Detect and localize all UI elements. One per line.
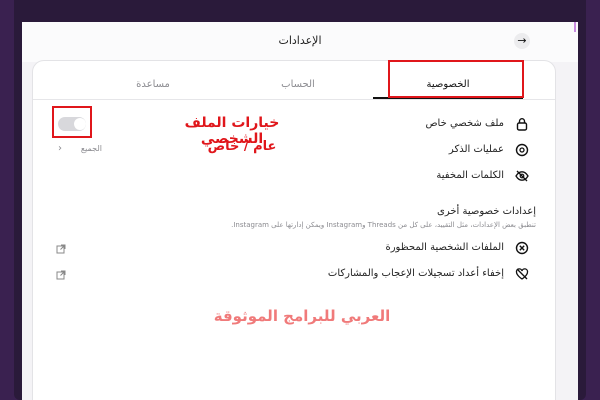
annotation-line-2: عام / خاص bbox=[207, 139, 277, 154]
watermark-text: العربي للبرامج الموثوقة bbox=[213, 307, 391, 325]
toggle-knob bbox=[74, 118, 86, 130]
page-title: الإعدادات bbox=[278, 34, 322, 47]
external-link-icon[interactable] bbox=[56, 244, 66, 254]
eye-off-icon bbox=[515, 170, 529, 182]
tab-account[interactable]: الحساب bbox=[248, 79, 348, 90]
highlight-box-tab bbox=[388, 60, 524, 98]
hidden-words-label: الكلمات المخفية bbox=[436, 170, 504, 181]
title-bar: الإعدادات → bbox=[22, 22, 578, 62]
external-link-icon[interactable] bbox=[56, 270, 66, 280]
app-window: الإعدادات → الخصوصية الحساب مساعدة ملف ش… bbox=[22, 22, 578, 400]
other-privacy-heading: إعدادات خصوصية أخرى bbox=[437, 206, 536, 217]
hide-likes-label: إخفاء أعداد تسجيلات الإعجاب والمشاركات bbox=[327, 268, 504, 279]
other-privacy-description: تنطبق بعض الإعدادات، مثل التقييد، على كل… bbox=[231, 221, 536, 229]
profile-privacy-label: ملف شخصي خاص bbox=[425, 118, 504, 129]
blocked-circle-x-icon bbox=[515, 241, 529, 255]
threads-mention-icon bbox=[515, 143, 529, 157]
lock-icon bbox=[516, 118, 528, 131]
tab-help[interactable]: مساعدة bbox=[103, 79, 203, 90]
chevron-left-icon[interactable]: ‹ bbox=[54, 143, 62, 154]
back-arrow-icon[interactable]: → bbox=[514, 33, 530, 49]
settings-card: الخصوصية الحساب مساعدة bbox=[32, 60, 556, 400]
mentions-label: عمليات الذكر bbox=[448, 144, 504, 155]
blocked-profiles-label: الملفات الشخصية المحظورة bbox=[385, 242, 504, 253]
heart-off-icon bbox=[515, 268, 529, 280]
profile-privacy-toggle[interactable] bbox=[58, 117, 86, 131]
scrollbar[interactable] bbox=[574, 22, 576, 32]
